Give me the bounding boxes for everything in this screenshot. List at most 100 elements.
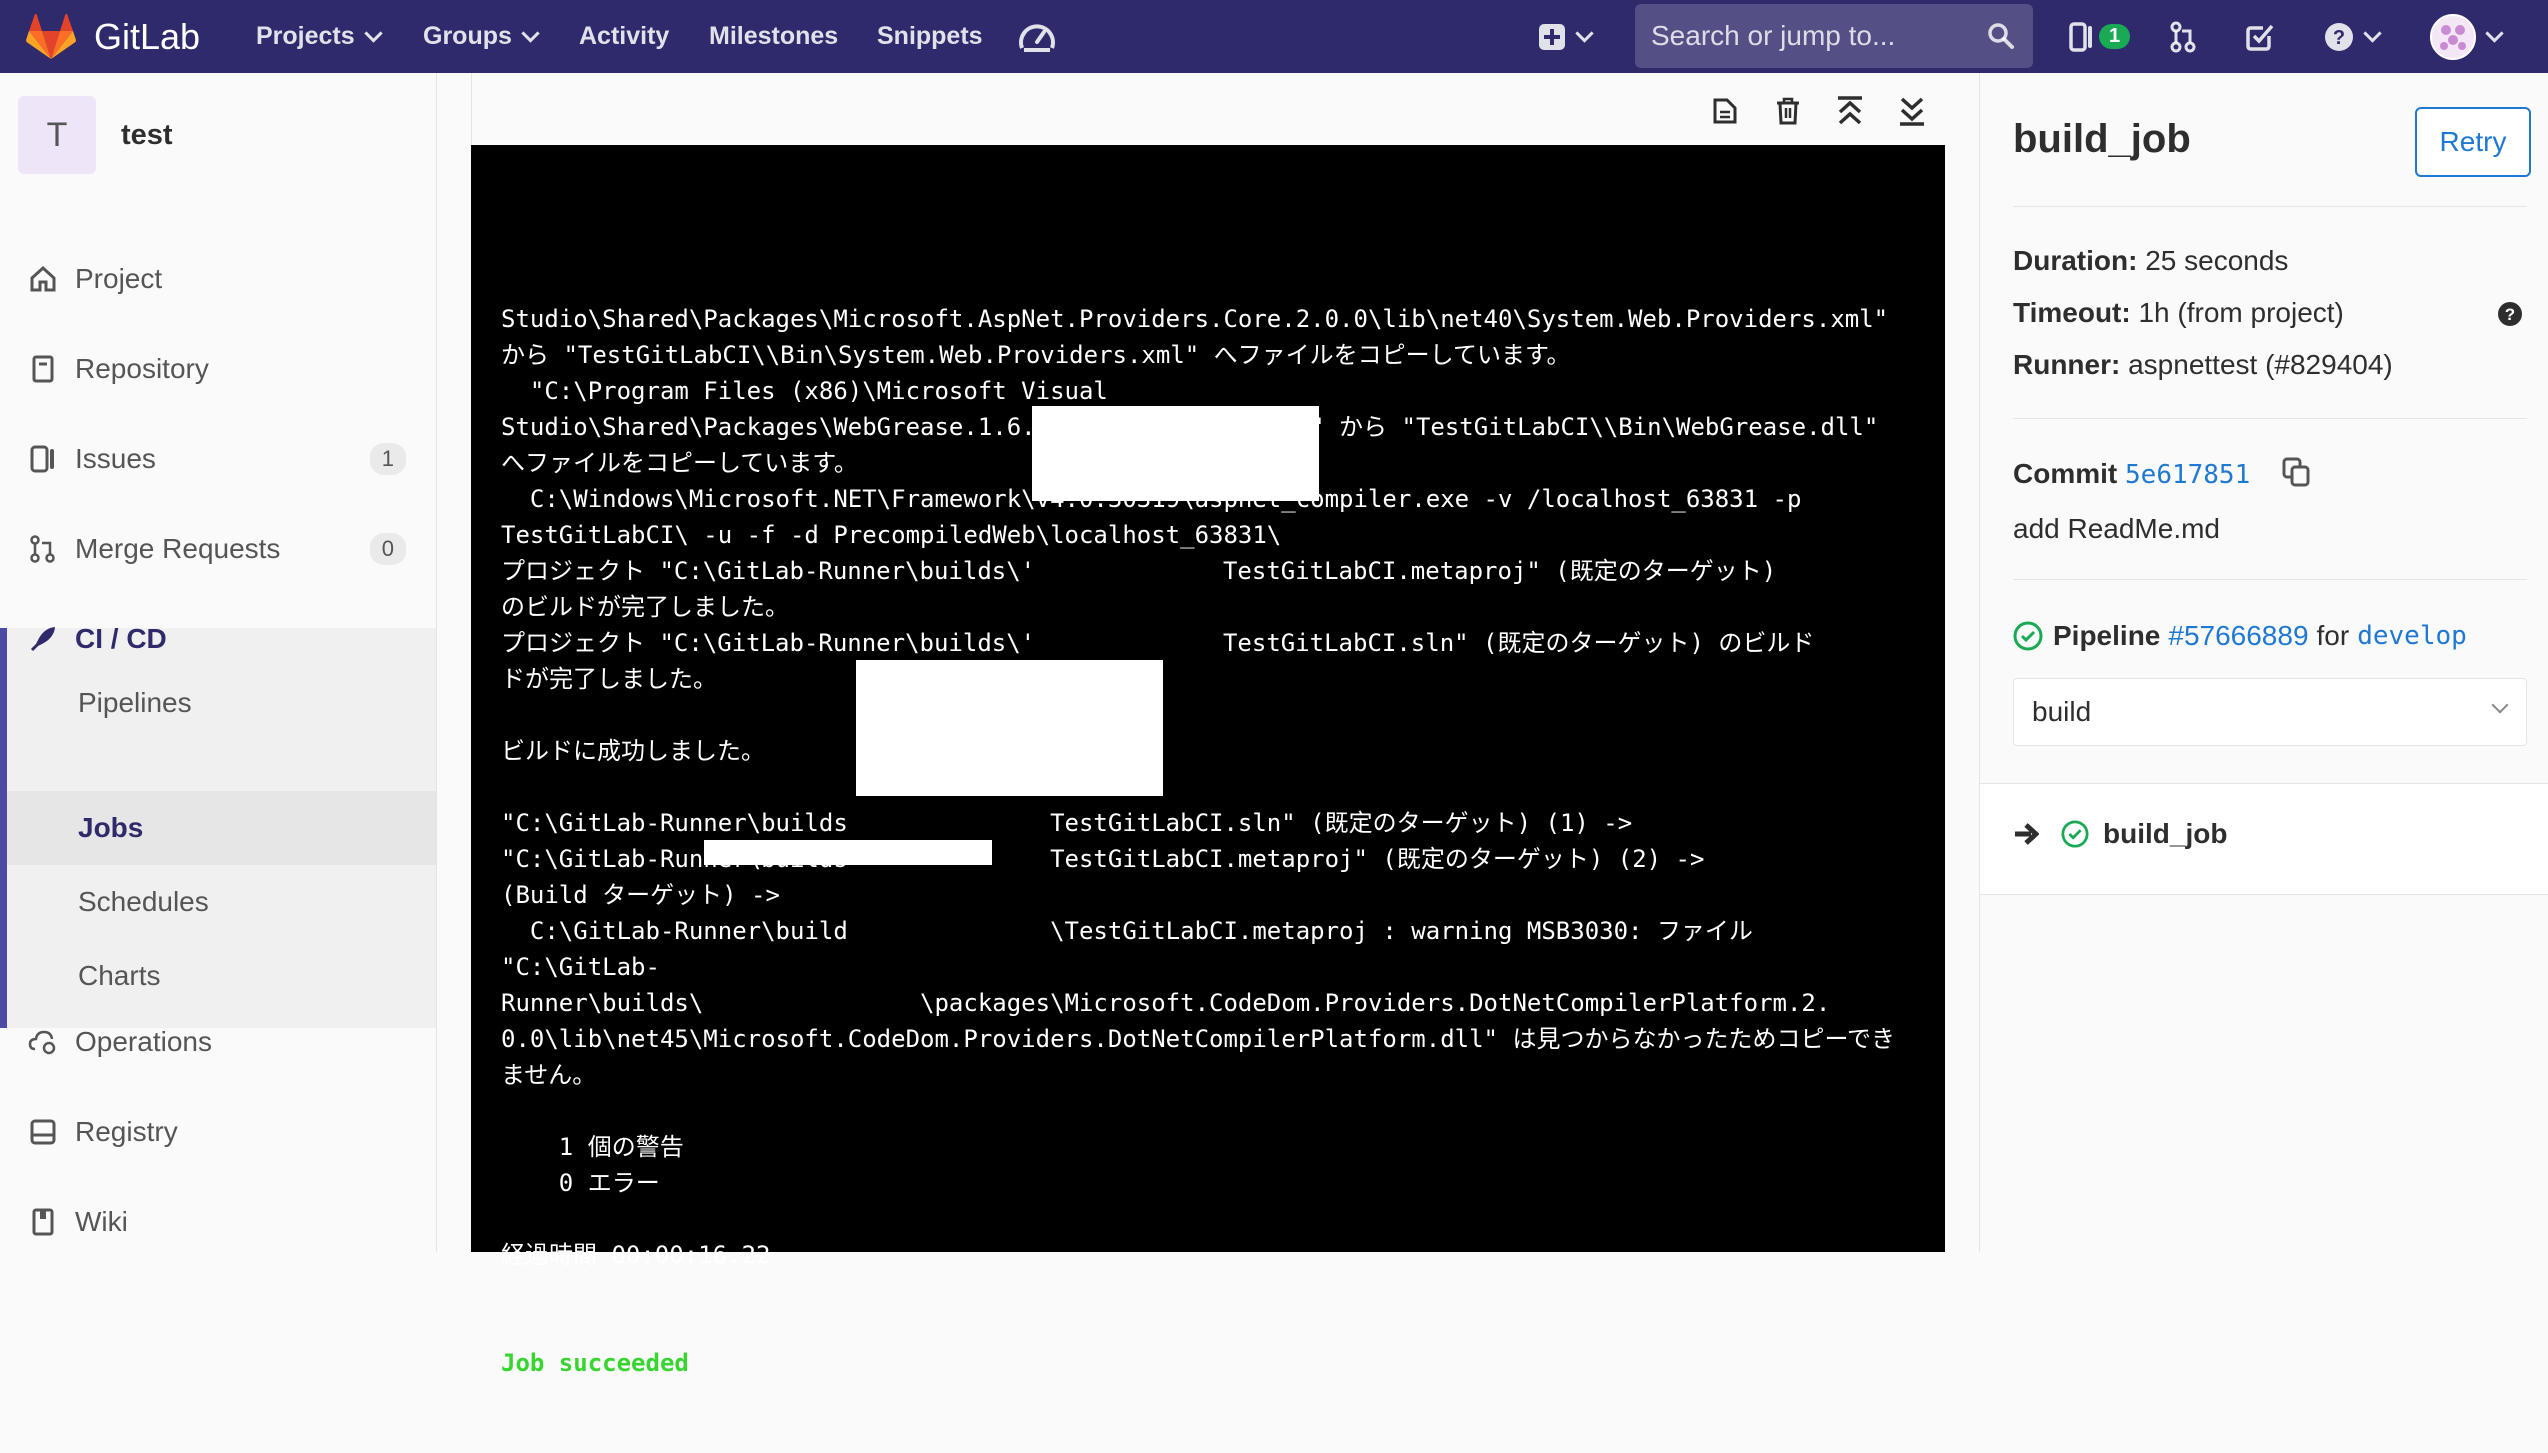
sidebar-subitem-schedules[interactable]: Schedules — [78, 862, 209, 942]
job-log-output: Studio\Shared\Packages\Microsoft.AspNet.… — [501, 145, 1921, 1453]
sidebar-item-project[interactable]: Project — [0, 239, 436, 319]
log-line: 0.0\lib\net45\Microsoft.CodeDom.Provider… — [501, 1025, 1896, 1053]
sidebar-item-cicd[interactable]: CI / CD — [0, 599, 436, 679]
stage-job-list: build_job — [1980, 783, 2548, 895]
job-commit: Commit 5e617851 — [2013, 458, 2250, 490]
new-item-dropdown[interactable] — [1538, 0, 1594, 73]
log-line: "C:\Program Files (x86)\Microsoft Visual — [501, 377, 1108, 405]
pipeline-ref-link[interactable]: develop — [2357, 621, 2467, 651]
sidebar-item-registry[interactable]: Registry — [0, 1092, 436, 1172]
log-line: "C:\GitLab- — [501, 953, 660, 981]
duration-value: 25 seconds — [2145, 245, 2289, 276]
sidebar-subitem-jobs[interactable]: Jobs — [78, 788, 143, 868]
log-line: (Build ターゲット) -> — [501, 881, 780, 909]
sidebar-item-label: Issues — [75, 443, 156, 474]
help-dropdown[interactable]: ? — [2324, 0, 2382, 73]
job-timeout: Timeout: 1h (from project) — [2013, 297, 2344, 329]
duration-label: Duration: — [2013, 245, 2138, 276]
stage-select[interactable]: build — [2013, 678, 2527, 746]
svg-text:?: ? — [2333, 27, 2345, 49]
sidebar-item-label: Wiki — [75, 1206, 128, 1237]
merge-requests-link[interactable] — [2170, 0, 2196, 73]
trash-icon[interactable] — [1775, 97, 1801, 125]
job-succeeded-line: Job succeeded — [501, 1349, 689, 1377]
sidebar-item-repository[interactable]: Repository — [0, 329, 436, 409]
sidebar-item-merge-requests[interactable]: Merge Requests 0 — [0, 509, 436, 589]
pipeline-info: Pipeline #57666889 for develop — [2013, 620, 2467, 652]
merge-requests-count-badge: 0 — [369, 533, 406, 565]
job-log-panel: Studio\Shared\Packages\Microsoft.AspNet.… — [471, 73, 1945, 1377]
home-icon — [30, 265, 56, 292]
book-icon — [32, 1208, 54, 1236]
avatar — [2430, 13, 2476, 60]
issues-icon — [2069, 21, 2092, 52]
log-line: Runner\builds\ \packages\Microsoft.CodeD… — [501, 989, 1831, 1017]
raw-log-icon[interactable] — [1712, 97, 1738, 125]
sidebar-item-label: Project — [75, 263, 163, 294]
chevron-down-icon — [2491, 696, 2509, 714]
arrow-right-icon — [2015, 823, 2039, 845]
log-top-spacer — [501, 217, 1921, 229]
sidebar-project-header[interactable]: T test — [18, 95, 173, 175]
nav-groups[interactable]: Groups — [423, 0, 540, 73]
issues-icon — [30, 445, 54, 473]
log-line: TestGitLabCI\ -u -f -d PrecompiledWeb\lo… — [501, 521, 1282, 549]
chevron-down-icon — [363, 24, 383, 43]
admin-dashboard-link[interactable] — [1018, 0, 1056, 73]
sidebar-subitem-pipelines[interactable]: Pipelines — [78, 663, 192, 743]
scroll-to-bottom-icon[interactable] — [1898, 95, 1926, 127]
nav-activity[interactable]: Activity — [579, 0, 669, 73]
search-placeholder: Search or jump to... — [1651, 20, 1896, 51]
log-line: ません。 — [501, 1061, 597, 1089]
pipeline-label: Pipeline — [2053, 620, 2161, 651]
nav-milestones[interactable]: Milestones — [709, 0, 838, 73]
help-icon[interactable]: ? — [2497, 301, 2523, 327]
sidebar-item-label: Operations — [75, 1026, 212, 1057]
book-icon — [32, 355, 54, 383]
job-duration: Duration: 25 seconds — [2013, 245, 2288, 277]
nav-snippets-label: Snippets — [877, 22, 983, 50]
commit-label: Commit — [2013, 458, 2118, 489]
timeout-label: Timeout: — [2013, 297, 2131, 328]
pipeline-for-text: for — [2316, 620, 2350, 651]
gitlab-logo-link[interactable]: GitLab — [26, 0, 200, 73]
issues-todo-link[interactable]: 1 — [2069, 0, 2131, 73]
svg-text:?: ? — [2505, 305, 2515, 324]
job-sidebar: build_job Retry Duration: 25 seconds Tim… — [1979, 73, 2548, 1252]
log-line: 経過時間 00:00:16.22 — [501, 1241, 771, 1269]
list-item[interactable]: build_job — [2013, 818, 2227, 850]
nav-groups-label: Groups — [423, 22, 512, 50]
todos-link[interactable] — [2245, 0, 2275, 73]
redaction-box — [856, 660, 1163, 796]
nav-milestones-label: Milestones — [709, 22, 839, 50]
copy-icon[interactable] — [2282, 457, 2310, 487]
status-success-icon — [2013, 621, 2043, 651]
scroll-to-top-icon[interactable] — [1836, 95, 1864, 127]
issues-count-badge: 1 — [369, 443, 406, 475]
sidebar-active-highlight — [7, 791, 436, 865]
dashboard-gauge-icon — [1019, 24, 1055, 52]
commit-message: add ReadMe.md — [2013, 513, 2221, 544]
pipeline-id-link[interactable]: #57666889 — [2168, 620, 2308, 652]
nav-projects[interactable]: Projects — [256, 0, 383, 73]
plus-square-icon — [1539, 23, 1565, 50]
retry-button[interactable]: Retry — [2415, 107, 2531, 177]
sidebar-item-wiki[interactable]: Wiki — [0, 1182, 436, 1262]
runner-label: Runner: — [2013, 349, 2121, 380]
sidebar-item-label: Registry — [75, 1116, 178, 1147]
search-icon — [1988, 23, 2014, 49]
divider — [2013, 418, 2527, 419]
merge-request-icon — [30, 535, 55, 563]
rocket-icon — [30, 627, 55, 652]
search-input[interactable]: Search or jump to... — [1635, 4, 2033, 68]
nav-snippets[interactable]: Snippets — [877, 0, 983, 73]
user-menu-dropdown[interactable] — [2430, 0, 2504, 73]
sidebar-item-issues[interactable]: Issues 1 — [0, 419, 436, 499]
commit-sha-link[interactable]: 5e617851 — [2125, 460, 2250, 490]
sidebar-item-operations[interactable]: Operations — [0, 1002, 436, 1082]
brand-name: GitLab — [94, 15, 201, 57]
